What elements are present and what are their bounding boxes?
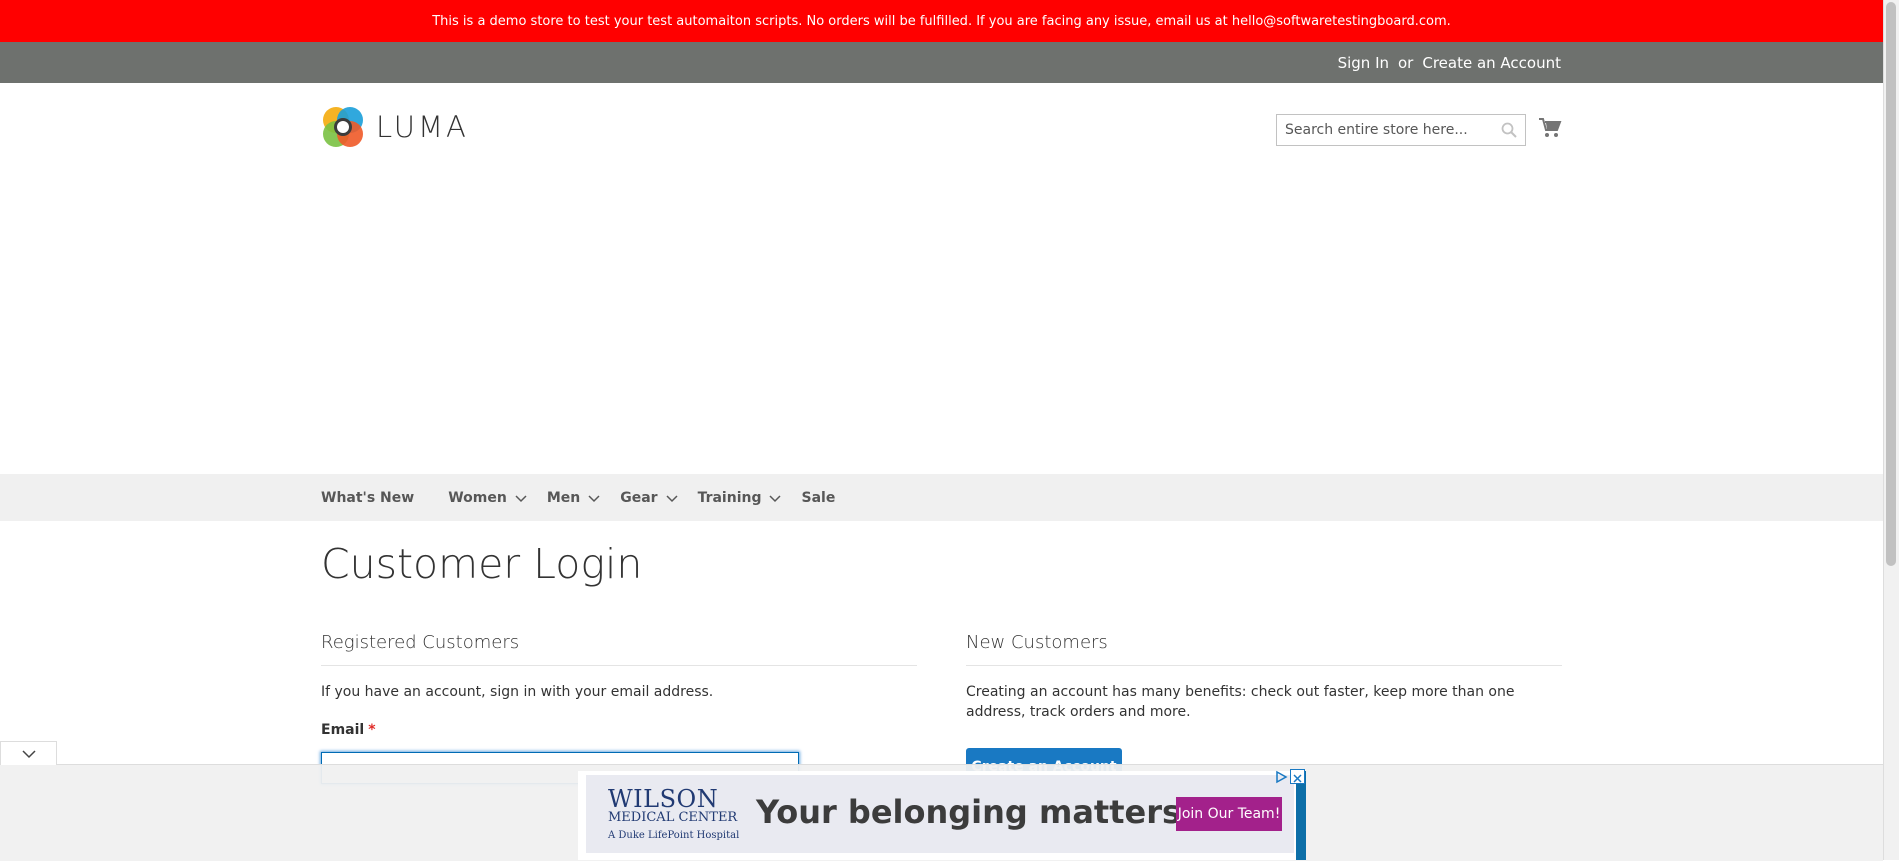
nav-item-gear[interactable]: Gear: [620, 489, 678, 506]
search-input[interactable]: [1277, 115, 1503, 145]
chevron-down-icon: [588, 494, 600, 502]
chevron-down-icon: [769, 494, 782, 502]
nav-item-label: Gear: [620, 489, 658, 506]
nav-item-women[interactable]: Women: [448, 490, 527, 506]
close-icon: [1293, 774, 1302, 783]
ad-cta-button[interactable]: Join Our Team!: [1176, 797, 1282, 831]
nav-item-label: Men: [546, 489, 581, 506]
nav-item-label: Sale: [801, 489, 836, 506]
ad-headline: Your belonging matters.: [756, 793, 1194, 831]
nav-item-label: Training: [697, 489, 762, 506]
demo-notice-text: This is a demo store to test your test a…: [432, 13, 1451, 29]
main-navigation: What's New Women Men Gear Training Sale: [0, 474, 1883, 521]
ad-brand: WILSON MEDICAL CENTER A Duke LifePoint H…: [608, 787, 739, 843]
nav-item-training[interactable]: Training: [698, 490, 782, 506]
header-top-bar: Sign In or Create an Account: [0, 42, 1883, 83]
demo-notice-banner: This is a demo store to test your test a…: [0, 0, 1883, 42]
ad-banner[interactable]: WILSON MEDICAL CENTER A Duke LifePoint H…: [578, 771, 1306, 860]
adchoices-icon[interactable]: [1274, 770, 1288, 784]
chevron-down-icon: [515, 494, 527, 502]
nav-item-men[interactable]: Men: [547, 490, 600, 506]
new-customers-title: New Customers: [966, 632, 1562, 666]
luma-logo-icon: [323, 107, 363, 147]
registered-customers-title: Registered Customers: [321, 632, 917, 666]
sign-in-link[interactable]: Sign In: [1338, 54, 1389, 72]
ad-brand-line2: MEDICAL CENTER: [608, 810, 738, 825]
scrollbar-thumb[interactable]: [1886, 2, 1896, 566]
shopping-cart-icon[interactable]: [1538, 116, 1562, 140]
luma-logo[interactable]: LUMA: [321, 104, 471, 150]
page-title: Customer Login: [321, 540, 643, 588]
nav-item-sale[interactable]: Sale: [801, 490, 835, 506]
search-box: [1276, 114, 1526, 146]
email-label-text: Email: [321, 722, 365, 738]
page-scrollbar[interactable]: [1883, 0, 1899, 860]
ad-creative: WILSON MEDICAL CENTER A Duke LifePoint H…: [586, 775, 1294, 853]
nav-item-whats-new[interactable]: What's New: [321, 490, 414, 506]
header-links: Sign In or Create an Account: [1338, 42, 1561, 83]
or-separator: or: [1398, 53, 1414, 72]
chevron-down-icon: [21, 749, 36, 758]
create-account-link[interactable]: Create an Account: [1422, 54, 1561, 72]
nav-item-label: Women: [448, 489, 507, 506]
ad-close-button[interactable]: [1290, 769, 1305, 784]
ad-collapse-toggle[interactable]: [0, 741, 57, 765]
nav-item-label: What's New: [321, 489, 415, 506]
ad-brand-line3: A Duke LifePoint Hospital: [608, 830, 740, 841]
required-asterisk: *: [368, 722, 376, 738]
ad-brand-line1: WILSON: [608, 785, 719, 813]
new-customers-intro: Creating an account has many benefits: c…: [966, 684, 1515, 720]
email-label: Email *: [321, 722, 376, 738]
search-icon[interactable]: [1501, 122, 1517, 138]
registered-customers-intro: If you have an account, sign in with you…: [321, 684, 714, 700]
chevron-down-icon: [666, 494, 678, 502]
logo-text: LUMA: [376, 110, 469, 144]
